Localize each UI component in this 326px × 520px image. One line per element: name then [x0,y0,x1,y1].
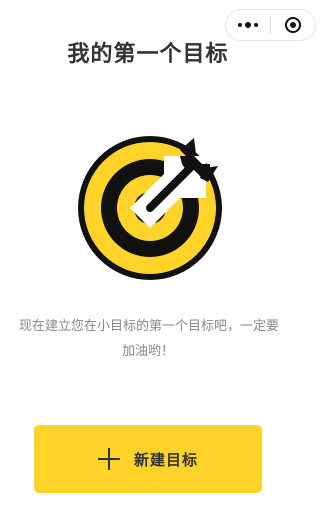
encouragement-line-1: 现在建立您在小目标的第一个目标吧，一定要 [18,319,279,334]
close-target-icon [285,17,301,33]
encouragement-text: 现在建立您在小目标的第一个目标吧，一定要 加油哟！ [0,314,296,364]
new-goal-label: 新建目标 [133,450,198,469]
new-goal-button[interactable]: 新建目标 [34,425,262,493]
more-dots-icon [238,22,258,28]
page-title: 我的第一个目标 [67,42,229,67]
encouragement-line-2: 加油哟！ [121,344,174,359]
page: 我的第一个目标 现在建立您在小目标的第一个目标吧，一定要 加油哟！ 新建目标 [0,0,326,520]
plus-icon [97,448,120,470]
target-dart-icon [78,136,222,280]
